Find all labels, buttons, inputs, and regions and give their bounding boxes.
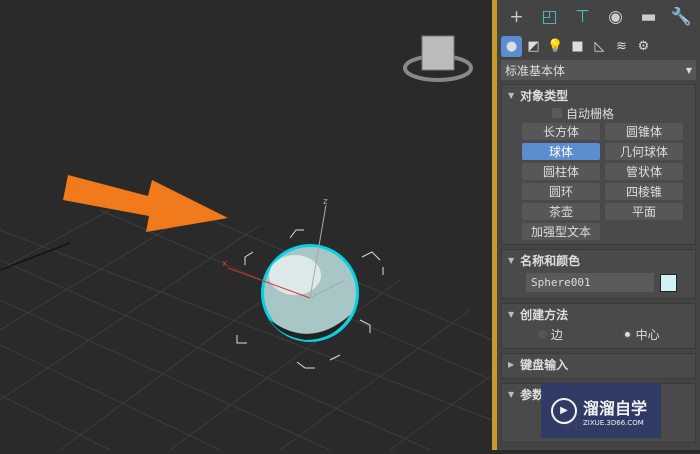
- lights-icon[interactable]: 💡: [545, 36, 566, 57]
- viewport-scene: [0, 35, 493, 451]
- rollout-name-color: ▼ 名称和颜色 Sphere001: [501, 249, 696, 299]
- category-dropdown[interactable]: 标准基本体 ▼: [501, 60, 696, 80]
- play-logo-icon: ▶: [551, 397, 577, 424]
- geometry-icon[interactable]: ●: [501, 35, 522, 57]
- rollout-object-type: ▼ 对象类型 自动栅格 长方体 圆锥体 球体 几何球体 圆柱体 管状体 圆环 四棱…: [501, 84, 696, 245]
- radio-edge[interactable]: 边: [538, 326, 563, 343]
- object-name-input[interactable]: Sphere001: [526, 273, 654, 292]
- tube-button[interactable]: 管状体: [605, 163, 683, 180]
- chevron-down-icon: ▼: [685, 65, 692, 75]
- rollout-creation-method: ▼ 创建方法 边 中心: [501, 303, 696, 349]
- plane-button[interactable]: 平面: [605, 203, 683, 220]
- helpers-icon[interactable]: ◺: [589, 36, 610, 57]
- geosphere-button[interactable]: 几何球体: [605, 143, 683, 160]
- pyramid-button[interactable]: 四棱锥: [605, 183, 683, 200]
- panel-tabs: + ◰ ⊤ ◉ ▬ 🔧: [497, 0, 700, 34]
- spacewarps-icon[interactable]: ≋: [611, 36, 632, 57]
- create-icon[interactable]: +: [501, 3, 532, 31]
- textplus-button[interactable]: 加强型文本: [522, 223, 600, 240]
- torus-button[interactable]: 圆环: [522, 183, 600, 200]
- motion-icon[interactable]: ◉: [600, 3, 631, 31]
- cylinder-button[interactable]: 圆柱体: [522, 163, 600, 180]
- orange-arrow: [63, 175, 228, 232]
- utilities-icon[interactable]: 🔧: [666, 3, 697, 31]
- viewcube-icon: [403, 35, 473, 82]
- sphere-object: [261, 244, 359, 342]
- shapes-icon[interactable]: ◩: [523, 36, 544, 57]
- watermark: ▶ 溜溜自学 ZIXUE.3D66.COM: [541, 383, 661, 438]
- object-color-swatch[interactable]: [660, 273, 677, 292]
- create-subtabs: ● ◩ 💡 ■ ◺ ≋ ⚙: [497, 34, 700, 58]
- teapot-button[interactable]: 茶壶: [522, 203, 600, 220]
- sphere-button[interactable]: 球体: [522, 143, 600, 160]
- axis-label-z: z: [323, 197, 328, 207]
- cone-button[interactable]: 圆锥体: [605, 123, 683, 140]
- systems-icon[interactable]: ⚙: [633, 36, 654, 57]
- collapse-icon: ▼: [508, 90, 515, 100]
- autogrid-checkbox[interactable]: 自动栅格: [502, 105, 695, 121]
- viewport-perspective[interactable]: x z: [0, 0, 493, 451]
- ground-grid: [0, 209, 493, 451]
- rollout-keyboard-entry: ▶ 键盘输入: [501, 353, 696, 379]
- hierarchy-icon[interactable]: ⊤: [567, 3, 598, 31]
- radio-center[interactable]: 中心: [622, 326, 660, 343]
- box-button[interactable]: 长方体: [522, 123, 600, 140]
- cameras-icon[interactable]: ■: [567, 36, 588, 57]
- display-icon[interactable]: ▬: [633, 3, 664, 31]
- axis-label-x: x: [222, 259, 228, 269]
- modify-icon[interactable]: ◰: [534, 3, 565, 31]
